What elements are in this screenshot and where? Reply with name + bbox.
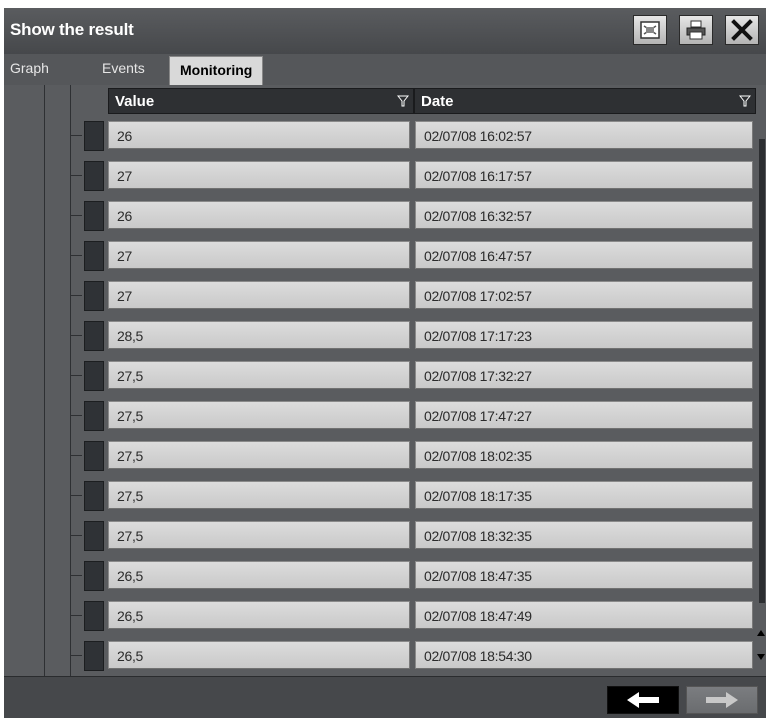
tab-events[interactable]: Events xyxy=(102,60,145,76)
value-cell[interactable]: 28,5 xyxy=(108,321,410,349)
value-cell[interactable]: 27 xyxy=(108,241,410,269)
filter-icon[interactable] xyxy=(739,95,751,107)
tree-connector xyxy=(70,615,82,616)
date-cell[interactable]: 02/07/08 17:02:57 xyxy=(415,281,753,309)
tab-graph[interactable]: Graph xyxy=(10,60,49,76)
row-marker[interactable] xyxy=(84,321,104,351)
value-cell[interactable]: 27,5 xyxy=(108,521,410,549)
date-cell[interactable]: 02/07/08 16:32:57 xyxy=(415,201,753,229)
value-cell[interactable]: 27,5 xyxy=(108,401,410,429)
tree-connector xyxy=(70,335,82,336)
value-cell[interactable]: 27,5 xyxy=(108,481,410,509)
next-button[interactable] xyxy=(686,686,758,714)
row-marker[interactable] xyxy=(84,281,104,311)
table-row[interactable]: 27 02/07/08 16:17:57 xyxy=(4,155,766,195)
result-window: Show the result Graph Events Monitoring xyxy=(4,8,766,718)
tree-connector xyxy=(70,295,82,296)
value-cell[interactable]: 26 xyxy=(108,121,410,149)
value-cell[interactable]: 27 xyxy=(108,281,410,309)
tree-connector xyxy=(70,375,82,376)
value-cell[interactable]: 27,5 xyxy=(108,441,410,469)
row-marker[interactable] xyxy=(84,361,104,391)
row-marker[interactable] xyxy=(84,161,104,191)
tree-connector xyxy=(70,495,82,496)
date-cell[interactable]: 02/07/08 18:47:35 xyxy=(415,561,753,589)
table-row[interactable]: 27 02/07/08 17:02:57 xyxy=(4,275,766,315)
date-cell[interactable]: 02/07/08 18:32:35 xyxy=(415,521,753,549)
date-cell[interactable]: 02/07/08 17:32:27 xyxy=(415,361,753,389)
tree-connector xyxy=(70,135,82,136)
date-cell[interactable]: 02/07/08 18:02:35 xyxy=(415,441,753,469)
row-marker[interactable] xyxy=(84,601,104,631)
row-marker[interactable] xyxy=(84,401,104,431)
tree-connector xyxy=(70,535,82,536)
value-cell[interactable]: 27 xyxy=(108,161,410,189)
table-row[interactable]: 27,5 02/07/08 17:32:27 xyxy=(4,355,766,395)
table-row[interactable]: 27 02/07/08 16:47:57 xyxy=(4,235,766,275)
date-cell[interactable]: 02/07/08 17:17:23 xyxy=(415,321,753,349)
value-cell[interactable]: 27,5 xyxy=(108,361,410,389)
value-cell[interactable]: 26,5 xyxy=(108,561,410,589)
date-cell[interactable]: 02/07/08 18:17:35 xyxy=(415,481,753,509)
date-cell[interactable]: 02/07/08 16:47:57 xyxy=(415,241,753,269)
close-button[interactable] xyxy=(725,15,759,45)
table-row[interactable]: 27,5 02/07/08 18:02:35 xyxy=(4,435,766,475)
export-image-icon xyxy=(640,21,660,39)
table-row[interactable]: 27,5 02/07/08 18:32:35 xyxy=(4,515,766,555)
printer-icon xyxy=(686,20,706,40)
value-cell[interactable]: 26,5 xyxy=(108,641,410,669)
tree-connector xyxy=(70,175,82,176)
table-row[interactable]: 28,5 02/07/08 17:17:23 xyxy=(4,315,766,355)
row-marker[interactable] xyxy=(84,481,104,511)
title-bar: Show the result xyxy=(4,8,766,54)
table-row[interactable]: 26 02/07/08 16:02:57 xyxy=(4,115,766,155)
arrow-right-icon xyxy=(706,692,738,708)
tab-monitoring[interactable]: Monitoring xyxy=(169,56,264,85)
column-header-label: Date xyxy=(421,93,454,110)
table-row[interactable]: 27,5 02/07/08 17:47:27 xyxy=(4,395,766,435)
previous-button[interactable] xyxy=(607,686,679,714)
vertical-scrollbar[interactable] xyxy=(756,91,766,676)
tree-connector xyxy=(70,575,82,576)
column-header-date[interactable]: Date xyxy=(414,88,756,114)
scroll-down-arrow-icon[interactable] xyxy=(757,653,765,661)
tree-connector xyxy=(70,655,82,656)
value-cell[interactable]: 26 xyxy=(108,201,410,229)
scroll-up-arrow-icon[interactable] xyxy=(757,629,765,637)
row-marker[interactable] xyxy=(84,201,104,231)
date-cell[interactable]: 02/07/08 17:47:27 xyxy=(415,401,753,429)
monitoring-panel: Value Date 26 02/07/08 16:02:57 27 02/07… xyxy=(4,85,766,676)
tree-connector xyxy=(70,415,82,416)
value-cell[interactable]: 26,5 xyxy=(108,601,410,629)
print-button[interactable] xyxy=(679,15,713,45)
arrow-left-icon xyxy=(627,692,659,708)
date-cell[interactable]: 02/07/08 16:02:57 xyxy=(415,121,753,149)
row-marker[interactable] xyxy=(84,561,104,591)
column-header-value[interactable]: Value xyxy=(108,88,414,114)
table-row[interactable]: 26,5 02/07/08 18:47:35 xyxy=(4,555,766,595)
scrollbar-thumb[interactable] xyxy=(759,139,765,603)
tree-connector xyxy=(70,455,82,456)
column-header-label: Value xyxy=(115,93,155,110)
table-row[interactable]: 26,5 02/07/08 18:47:49 xyxy=(4,595,766,635)
row-marker[interactable] xyxy=(84,641,104,671)
tree-connector xyxy=(70,255,82,256)
date-cell[interactable]: 02/07/08 16:17:57 xyxy=(415,161,753,189)
table-row[interactable]: 26 02/07/08 16:32:57 xyxy=(4,195,766,235)
tree-connector xyxy=(70,215,82,216)
close-icon xyxy=(731,19,753,41)
tab-bar: Graph Events Monitoring xyxy=(4,54,766,86)
row-marker[interactable] xyxy=(84,241,104,271)
window-title: Show the result xyxy=(10,20,134,39)
table-row[interactable]: 26,5 02/07/08 18:54:30 xyxy=(4,635,766,675)
filter-icon[interactable] xyxy=(397,95,409,107)
date-cell[interactable]: 02/07/08 18:47:49 xyxy=(415,601,753,629)
row-marker[interactable] xyxy=(84,121,104,151)
row-marker[interactable] xyxy=(84,441,104,471)
export-image-button[interactable] xyxy=(633,15,667,45)
table-row[interactable]: 27,5 02/07/08 18:17:35 xyxy=(4,475,766,515)
row-marker[interactable] xyxy=(84,521,104,551)
date-cell[interactable]: 02/07/08 18:54:30 xyxy=(415,641,753,669)
navigation-bar xyxy=(4,676,766,718)
